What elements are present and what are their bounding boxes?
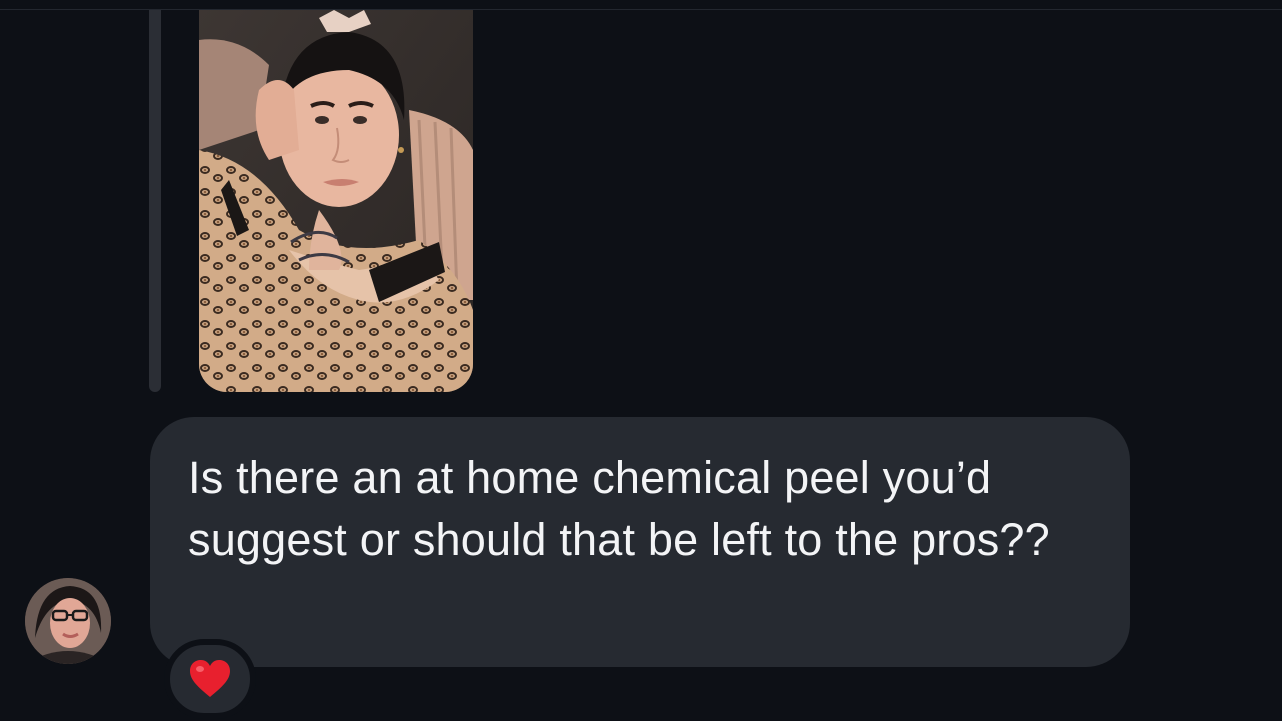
- chat-thread: Is there an at home chemical peel you’d …: [0, 0, 1282, 721]
- avatar[interactable]: [25, 578, 111, 664]
- divider: [0, 9, 1282, 10]
- shared-photo-image: [199, 10, 473, 392]
- message-text: Is there an at home chemical peel you’d …: [188, 452, 1050, 565]
- reaction-badge[interactable]: [164, 639, 256, 719]
- profile-photo-avatar-icon: [25, 578, 111, 664]
- red-heart-icon: [190, 660, 230, 697]
- shared-photo[interactable]: [199, 10, 473, 392]
- message-bubble[interactable]: Is there an at home chemical peel you’d …: [150, 417, 1130, 667]
- reply-indicator-bar: [149, 10, 161, 392]
